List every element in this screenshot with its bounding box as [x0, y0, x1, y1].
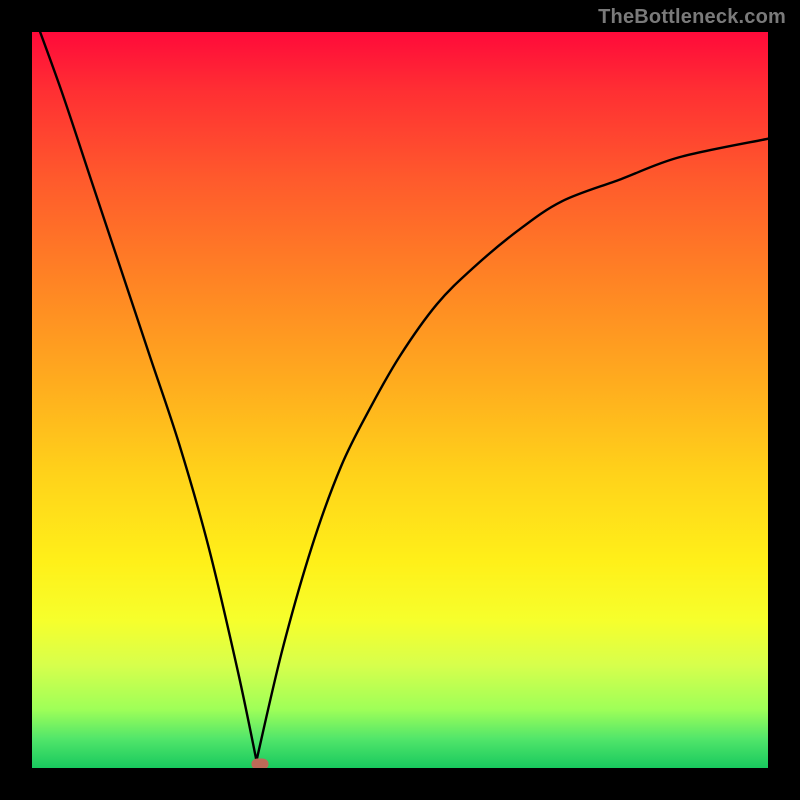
chart-frame: TheBottleneck.com	[0, 0, 800, 800]
plot-area	[32, 32, 768, 768]
minimum-marker	[252, 759, 269, 768]
bottleneck-curve	[32, 32, 768, 761]
watermark-text: TheBottleneck.com	[598, 6, 786, 29]
curve-layer	[32, 32, 768, 768]
